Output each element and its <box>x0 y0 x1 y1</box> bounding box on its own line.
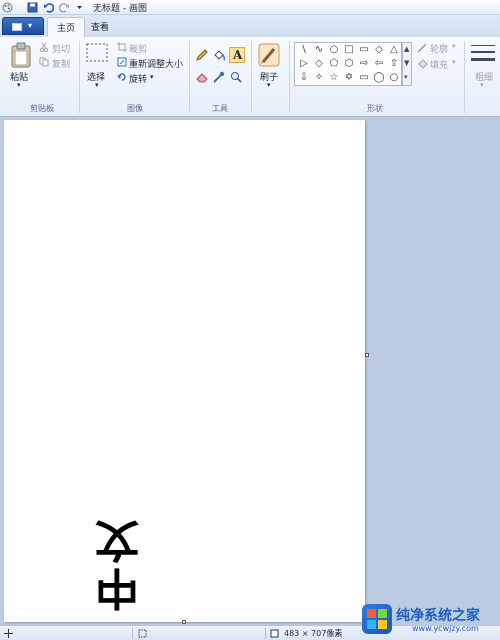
watermark-name: 纯净系统之家 <box>396 608 480 624</box>
fill-icon <box>418 59 428 69</box>
pencil-icon[interactable] <box>195 48 209 62</box>
outline-dropdown-icon[interactable]: ▾ <box>452 42 456 50</box>
shape-item[interactable]: ○ <box>388 73 400 83</box>
gallery-expand-icon[interactable]: ▾ <box>404 73 408 81</box>
shape-item[interactable]: ⬡ <box>343 59 355 69</box>
color-picker-icon[interactable] <box>212 70 226 84</box>
eraser-icon[interactable] <box>195 70 209 84</box>
status-divider <box>132 628 133 639</box>
paste-icon[interactable] <box>10 42 32 68</box>
chevron-down-icon: ▾ <box>28 21 33 30</box>
shape-item[interactable]: ⬠ <box>328 59 340 69</box>
watermark-logo <box>362 604 392 634</box>
save-icon[interactable] <box>27 2 38 13</box>
resize-handle-bottom[interactable] <box>182 620 186 624</box>
ribbon-divider <box>79 41 80 113</box>
shape-item[interactable]: ▭ <box>358 73 370 83</box>
brush-icon[interactable] <box>257 42 281 68</box>
magnifier-icon[interactable] <box>229 70 243 84</box>
tab-home[interactable]: 主页 <box>47 17 86 37</box>
outline-icon <box>417 43 427 53</box>
shape-item[interactable]: ⇦ <box>373 59 385 69</box>
ribbon-divider <box>289 41 290 113</box>
image-dimensions: 483 × 707像素 <box>284 629 343 638</box>
shapes-gallery[interactable]: \ ∿ ○ □ ▭ ◇ △ ▷ ◇ ⬠ ⬡ ⇨ ⇦ ⇧ ⇩ ✧ ☆ ✡ ▭ ◯ ○ <box>294 42 402 86</box>
image-group-label: 图像 <box>127 104 143 113</box>
resize-handle-right[interactable] <box>365 353 369 357</box>
undo-icon[interactable] <box>43 2 54 13</box>
brushes-dropdown-icon[interactable]: ▾ <box>267 81 271 89</box>
shape-item[interactable]: ○ <box>328 45 340 55</box>
outline-button[interactable]: 轮廓 <box>430 42 448 55</box>
menu-icon <box>12 23 22 31</box>
paint-menu-button[interactable]: ▾ <box>2 17 44 35</box>
scroll-down-icon[interactable]: ▼ <box>404 59 409 67</box>
image-size-icon <box>270 629 279 638</box>
fill-dropdown-icon[interactable]: ▾ <box>452 58 456 66</box>
select-dropdown-icon[interactable]: ▾ <box>95 81 99 89</box>
fill-button[interactable]: 填充 <box>430 58 448 71</box>
shape-item[interactable]: □ <box>343 45 355 55</box>
shape-item[interactable]: ⇩ <box>298 73 310 83</box>
shape-item[interactable]: ✧ <box>313 73 325 83</box>
shape-item[interactable]: ◇ <box>373 45 385 55</box>
title-bar: 无标题 - 画图 <box>0 0 500 15</box>
copy-icon <box>39 57 49 67</box>
selection-size-icon <box>138 629 147 638</box>
shapes-gallery-scroll[interactable]: ▲ ▼ ▾ <box>402 42 412 86</box>
select-icon[interactable] <box>86 43 108 63</box>
text-tool-button[interactable]: A <box>229 47 245 63</box>
rotate-button[interactable]: 旋转 <box>129 72 147 85</box>
shape-item[interactable]: \ <box>298 45 310 55</box>
tab-view[interactable]: 查看 <box>82 17 118 37</box>
text-icon: A <box>233 48 243 62</box>
shape-item[interactable]: ⇨ <box>358 59 370 69</box>
canvas-text: 中文 <box>95 514 139 613</box>
paste-dropdown-icon[interactable]: ▾ <box>17 81 21 89</box>
size-lines-icon[interactable] <box>470 42 496 66</box>
ribbon-divider <box>464 41 465 113</box>
shape-item[interactable]: ◯ <box>373 73 385 83</box>
shape-item[interactable]: ✡ <box>343 73 355 83</box>
paint-app-icon[interactable] <box>2 2 13 13</box>
watermark-url: www.ycwjzy.com <box>412 624 479 633</box>
shape-item[interactable]: ◇ <box>313 59 325 69</box>
shape-item[interactable]: △ <box>388 45 400 55</box>
drawing-canvas[interactable]: 中文 <box>4 120 365 622</box>
copy-button[interactable]: 复制 <box>52 57 70 70</box>
customize-toolbar-icon[interactable] <box>74 2 85 13</box>
size-button[interactable]: 粗细 <box>475 70 493 83</box>
ribbon-divider <box>251 41 252 113</box>
size-dropdown-icon[interactable]: ▾ <box>480 81 484 89</box>
shape-item[interactable]: ▭ <box>358 45 370 55</box>
site-watermark: 纯净系统之家 www.ycwjzy.com <box>362 600 498 638</box>
clipboard-group-label: 剪贴板 <box>30 104 54 113</box>
fill-bucket-icon[interactable] <box>212 48 226 62</box>
rotate-dropdown-icon[interactable]: ▾ <box>150 73 154 81</box>
ribbon: 粘贴 ▾ 剪切 复制 剪贴板 选择 ▾ 裁剪 重新调整大小 旋转 ▾ 图像 A <box>0 37 500 117</box>
shapes-group-label: 形状 <box>367 104 383 113</box>
shape-item[interactable]: ▷ <box>298 59 310 69</box>
resize-icon <box>117 57 127 67</box>
scroll-up-icon[interactable]: ▲ <box>404 45 409 53</box>
rotate-icon <box>117 73 126 81</box>
crop-icon <box>117 42 127 52</box>
shape-item[interactable]: ⇧ <box>388 59 400 69</box>
window-title: 无标题 - 画图 <box>93 4 147 14</box>
status-divider <box>265 628 266 639</box>
redo-icon[interactable] <box>59 2 70 13</box>
cut-button[interactable]: 剪切 <box>52 42 70 55</box>
shape-item[interactable]: ☆ <box>328 73 340 83</box>
shape-item[interactable]: ∿ <box>313 45 325 55</box>
cursor-position-icon <box>4 629 13 638</box>
ribbon-divider <box>189 41 190 113</box>
tools-group-label: 工具 <box>212 104 228 113</box>
tab-row: ▾ 主页 查看 <box>0 15 500 37</box>
scissors-icon <box>39 42 49 52</box>
crop-button[interactable]: 裁剪 <box>129 42 147 55</box>
resize-button[interactable]: 重新调整大小 <box>129 57 183 70</box>
